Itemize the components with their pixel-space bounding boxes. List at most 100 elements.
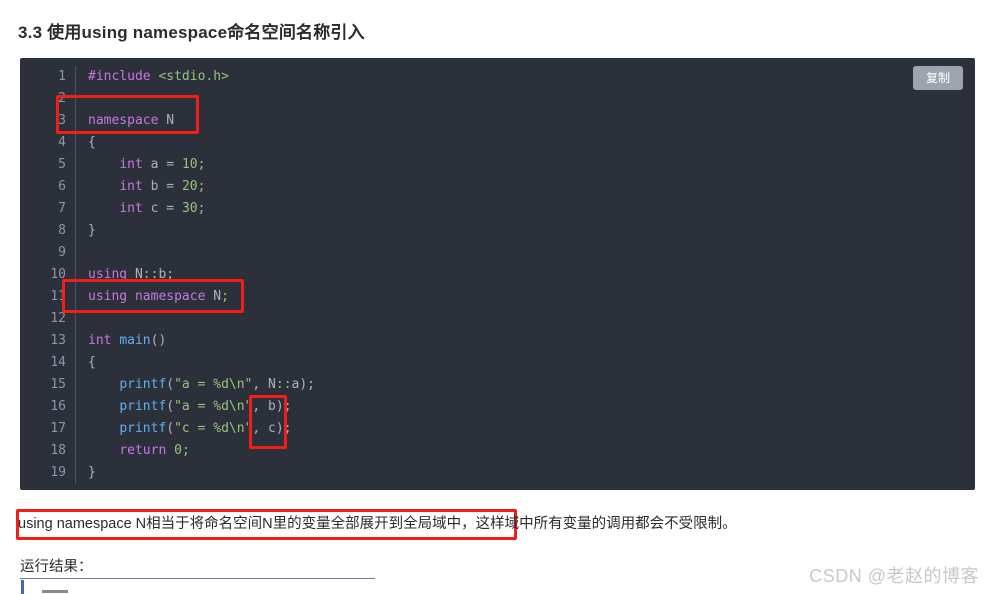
code-line: 7 int c = 30; (20, 198, 975, 220)
dash-icon (42, 590, 68, 593)
code-token: :: (142, 267, 159, 282)
code-line-text: int b = 20; (75, 176, 975, 198)
page-title: 3.3 使用using namespace命名空间名称引入 (18, 23, 365, 42)
code-line: 9 (20, 242, 975, 264)
code-token: = (166, 157, 175, 172)
code-token: namespace (88, 113, 159, 128)
code-token: ; (221, 289, 229, 304)
code-token: } (88, 465, 96, 480)
code-line: 5 int a = 10; (20, 154, 975, 176)
code-token: ; (181, 443, 190, 458)
code-line-text: printf("a = %d\n", N::a); (75, 374, 975, 396)
code-token: N (127, 267, 143, 282)
code-line: 18 return 0; (20, 440, 975, 462)
line-number: 12 (50, 311, 66, 326)
code-line-text: using N::b; (75, 264, 975, 286)
run-result-label: 运行结果： (20, 559, 93, 575)
code-line: 4{ (20, 132, 975, 154)
line-number: 2 (58, 91, 66, 106)
code-token: ( (166, 421, 175, 436)
code-token: :: (275, 377, 292, 392)
code-line: 12 (20, 308, 975, 330)
code-line-text (75, 242, 975, 264)
line-number: 3 (58, 113, 66, 128)
line-number: 16 (50, 399, 66, 414)
code-block: 1 #include <stdio.h> 2 3 namespace N 4{5 int … (20, 58, 975, 490)
code-line: 13 int main() (20, 330, 975, 352)
code-line: 3 namespace N (20, 110, 975, 132)
code-line: 14 { (20, 352, 975, 374)
code-token: ; (166, 267, 175, 282)
code-token: main (119, 333, 151, 348)
line-number: 7 (58, 201, 66, 216)
code-token: "c = %d\n" (174, 421, 253, 436)
code-token: return (119, 443, 167, 458)
code-token: ; (197, 179, 206, 194)
code-token: ); (275, 399, 292, 414)
line-number: 1 (58, 69, 66, 84)
code-token: () (150, 333, 167, 348)
code-token: = (166, 179, 175, 194)
code-line-text: { (75, 132, 975, 154)
code-line-text: int c = 30; (75, 198, 975, 220)
code-token: } (88, 223, 96, 238)
code-token: ( (166, 399, 175, 414)
code-token: b (142, 179, 167, 194)
line-number: 11 (50, 289, 66, 304)
code-token: printf (119, 377, 167, 392)
csdn-watermark: CSDN @老赵的博客 (809, 566, 979, 586)
code-line: 15 printf("a = %d\n", N::a); (20, 374, 975, 396)
code-token: namespace (134, 289, 206, 304)
code-line: 1 #include <stdio.h> (20, 66, 975, 88)
code-token: int (88, 333, 112, 348)
code-line-text: return 0; (75, 440, 975, 462)
line-number: 5 (58, 157, 66, 172)
line-number: 6 (58, 179, 66, 194)
code-token: printf (119, 421, 167, 436)
code-line-text (75, 308, 975, 330)
code-lines: 1 #include <stdio.h> 2 3 namespace N 4{5 int … (20, 58, 975, 490)
line-number: 17 (50, 421, 66, 436)
code-token: { (88, 355, 96, 370)
line-number: 9 (58, 245, 66, 260)
code-line-text: namespace N (75, 110, 975, 132)
code-line: 10 using N::b; (20, 264, 975, 286)
code-token: 0 (174, 443, 182, 458)
code-line-text: int main() (75, 330, 975, 352)
explanation-highlighted-text: using namespace N相当于将命名空间N里的变量全部展开到全局域中， (18, 516, 476, 532)
code-token: using (88, 289, 128, 304)
code-token: ); (299, 377, 316, 392)
code-token: ( (166, 377, 175, 392)
code-line: 16 printf("a = %d\n", b); (20, 396, 975, 418)
code-token: #include (88, 69, 159, 84)
line-number: 10 (50, 267, 66, 282)
code-token: using (88, 267, 128, 282)
code-token: printf (119, 399, 167, 414)
code-line-text: printf("a = %d\n", b); (75, 396, 975, 418)
text-cursor-icon (21, 580, 24, 594)
code-line-text: #include <stdio.h> (75, 66, 975, 88)
code-line-text: } (75, 462, 975, 484)
code-token: 30 (181, 201, 198, 216)
code-token: , c (252, 421, 276, 436)
code-line: 8} (20, 220, 975, 242)
copy-code-button[interactable]: 复制 (912, 66, 963, 90)
code-token: a (142, 157, 167, 172)
code-line: 11 using namespace N; (20, 286, 975, 308)
line-number: 14 (50, 355, 66, 370)
code-token: ); (275, 421, 292, 436)
code-line-text: printf("c = %d\n", c); (75, 418, 975, 440)
code-line: 6 int b = 20; (20, 176, 975, 198)
code-line-text: using namespace N; (75, 286, 975, 308)
code-line-text (75, 88, 975, 110)
